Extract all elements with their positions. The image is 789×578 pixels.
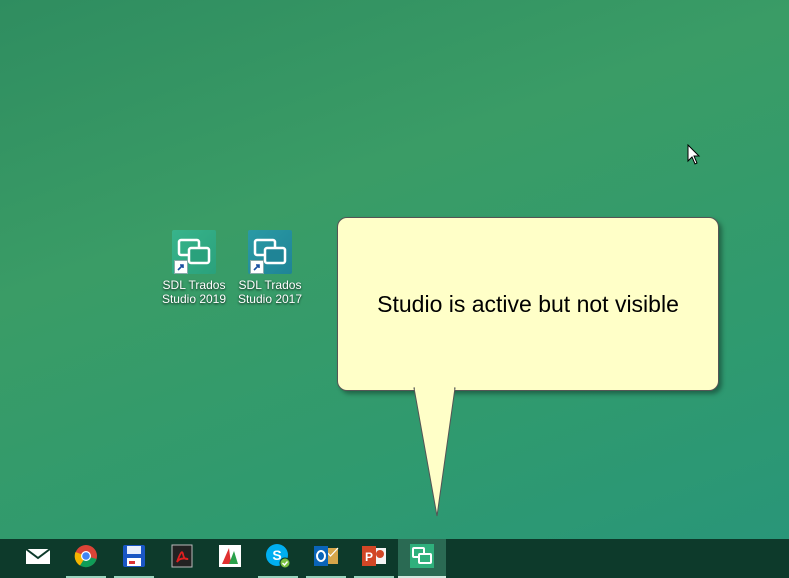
acrobat-icon (171, 544, 193, 573)
callout-pointer (413, 386, 456, 517)
taskbar-trados-studio-button[interactable] (398, 539, 446, 578)
mail-icon (25, 546, 51, 571)
taskbar-acrobat-button[interactable] (158, 539, 206, 578)
taskbar-skype-button[interactable]: S (254, 539, 302, 578)
taskbar: S P (0, 539, 789, 578)
taskbar-multiterm-button[interactable] (206, 539, 254, 578)
taskbar-chrome-button[interactable] (62, 539, 110, 578)
taskbar-save-button[interactable] (110, 539, 158, 578)
save-disk-icon (122, 544, 146, 573)
desktop: SDL Trados Studio 2019 SDL Trados Studio… (0, 0, 789, 539)
skype-icon: S (265, 543, 291, 574)
powerpoint-icon: P (361, 544, 387, 573)
taskbar-outlook-button[interactable] (302, 539, 350, 578)
outlook-icon (313, 544, 339, 573)
chrome-icon (74, 544, 98, 573)
svg-text:P: P (365, 550, 373, 564)
taskbar-powerpoint-button[interactable]: P (350, 539, 398, 578)
trados-studio-icon (410, 544, 434, 573)
taskbar-mail-button[interactable] (14, 539, 62, 578)
multiterm-icon (218, 544, 242, 573)
